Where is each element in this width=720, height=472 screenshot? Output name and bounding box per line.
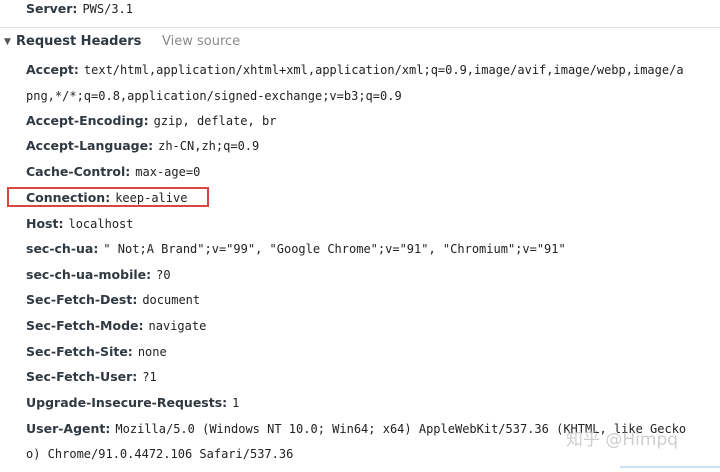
watermark: 知乎 @Himpq [566, 430, 679, 450]
header-name: Sec-Fetch-User: [26, 369, 138, 384]
header-value[interactable]: zh-CN,zh;q=0.9 [158, 139, 259, 153]
header-name: sec-ch-ua: [26, 241, 99, 256]
triangle-down-icon[interactable]: ▼ [4, 31, 11, 53]
scroll-indicator [620, 466, 720, 468]
header-name: sec-ch-ua-mobile: [26, 267, 152, 282]
request-headers-section-header[interactable]: ▼ Request Headers View source [0, 31, 720, 53]
header-name: Sec-Fetch-Site: [26, 344, 133, 359]
header-row-sec-ch-ua: sec-ch-ua: " Not;A Brand";v="99", "Google… [26, 239, 566, 259]
header-name: Sec-Fetch-Dest: [26, 292, 138, 307]
header-row-sec-fetch-user: Sec-Fetch-User: ?1 [26, 367, 157, 387]
header-row-upgrade-insecure-requests: Upgrade-Insecure-Requests: 1 [26, 393, 239, 413]
header-row-accept-encoding: Accept-Encoding: gzip, deflate, br [26, 111, 276, 131]
header-name: Server: [26, 1, 78, 16]
header-value[interactable]: ?0 [156, 268, 170, 282]
header-value[interactable]: 1 [232, 396, 239, 410]
header-row-cache-control: Cache-Control: max-age=0 [26, 162, 200, 182]
highlight-box [7, 187, 209, 207]
header-value[interactable]: none [138, 345, 167, 359]
header-row-host: Host: localhost [26, 214, 134, 234]
header-row-accept: Accept: text/html,application/xhtml+xml,a… [26, 60, 684, 80]
header-value-continuation[interactable]: o) Chrome/91.0.4472.106 Safari/537.36 [26, 444, 293, 464]
header-row-sec-ch-ua-mobile: sec-ch-ua-mobile: ?0 [26, 265, 171, 285]
header-name: User-Agent: [26, 421, 111, 436]
header-name: Accept-Encoding: [26, 113, 149, 128]
header-value[interactable]: localhost [68, 217, 133, 231]
header-value[interactable]: ?1 [142, 370, 156, 384]
header-value[interactable]: navigate [149, 319, 207, 333]
header-row-accept-language: Accept-Language: zh-CN,zh;q=0.9 [26, 136, 259, 156]
section-title[interactable]: Request Headers [16, 31, 141, 53]
header-name: Upgrade-Insecure-Requests: [26, 395, 228, 410]
header-value[interactable]: document [142, 293, 200, 307]
header-value[interactable]: max-age=0 [135, 165, 200, 179]
header-value[interactable]: " Not;A Brand";v="99", "Google Chrome";v… [103, 242, 565, 256]
header-name: Cache-Control: [26, 164, 131, 179]
header-value[interactable]: gzip, deflate, br [154, 114, 277, 128]
view-source-link[interactable]: View source [162, 31, 240, 53]
header-name: Accept-Language: [26, 138, 154, 153]
header-value-continuation[interactable]: png,*/*;q=0.8,application/signed-exchang… [26, 86, 402, 106]
header-name: Host: [26, 216, 64, 231]
header-value[interactable]: text/html,application/xhtml+xml,applicat… [84, 63, 684, 77]
header-value[interactable]: PWS/3.1 [82, 2, 133, 16]
header-row-sec-fetch-dest: Sec-Fetch-Dest: document [26, 290, 200, 310]
header-row-sec-fetch-mode: Sec-Fetch-Mode: navigate [26, 316, 206, 336]
header-name: Sec-Fetch-Mode: [26, 318, 144, 333]
header-row-sec-fetch-site: Sec-Fetch-Site: none [26, 342, 167, 362]
header-name: Accept: [26, 62, 79, 77]
divider [0, 27, 720, 28]
server-header-row: Server: PWS/3.1 [26, 0, 133, 19]
